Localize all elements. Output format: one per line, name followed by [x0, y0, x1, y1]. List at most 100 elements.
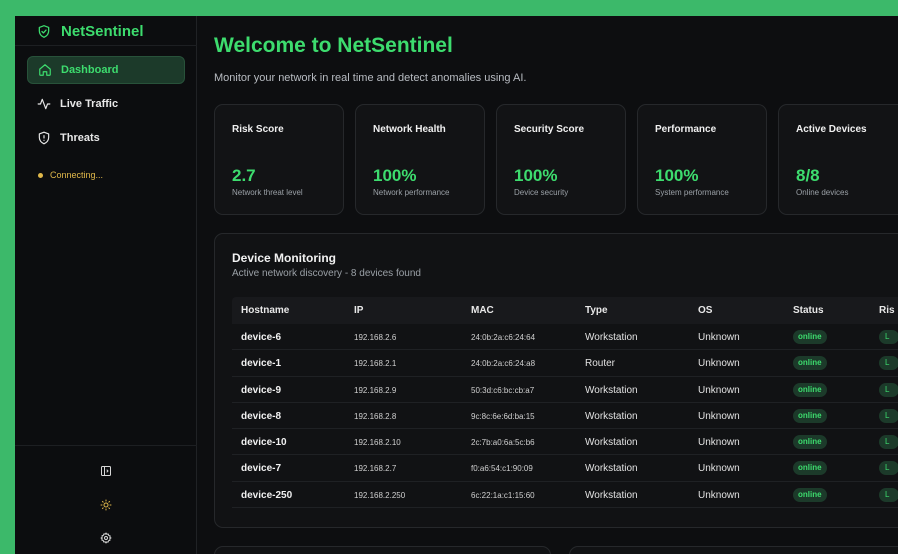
panel-title: Device Monitoring [232, 251, 337, 265]
column-header-type[interactable]: Type [585, 305, 608, 316]
card-label: Active Devices [796, 124, 867, 135]
column-header-mac[interactable]: MAC [471, 305, 494, 316]
card-desc: Network threat level [232, 188, 303, 197]
connection-status: Connecting... [38, 170, 103, 180]
stat-card-performance: Performance 100% System performance [637, 104, 767, 215]
divider [15, 445, 197, 446]
sidebar-item-label: Live Traffic [60, 98, 119, 110]
sidebar-toggle-icon[interactable] [98, 463, 114, 479]
cell-ip: 192.168.2.10 [354, 438, 401, 448]
sidebar-item-dashboard[interactable]: Dashboard [27, 56, 185, 84]
cell-ip: 192.168.2.250 [354, 490, 406, 500]
risk-badge: L [879, 487, 898, 502]
stat-card-security-score: Security Score 100% Device security [496, 104, 626, 215]
cell-mac: f0:a6:54:c1:90:09 [471, 464, 533, 474]
sun-icon[interactable] [98, 497, 114, 513]
table-row[interactable]: device-10 192.168.2.10 2c:7b:a0:6a:5c:b6… [232, 429, 898, 456]
table-row[interactable]: device-9 192.168.2.9 50:3d:c6:bc:cb:a7 W… [232, 377, 898, 403]
device-monitoring-panel: Device Monitoring Active network discove… [214, 233, 898, 528]
device-table: Hostname IP MAC Type OS Status Ris devic… [232, 297, 898, 509]
cell-type: Workstation [585, 437, 638, 449]
risk-badge: L [879, 356, 898, 371]
cell-mac: 24:0b:2a:c6:24:64 [471, 333, 536, 342]
card-desc: Network performance [373, 188, 450, 197]
sidebar-item-live-traffic[interactable]: Live Traffic [27, 90, 185, 118]
card-desc: Online devices [796, 188, 849, 197]
card-label: Network Health [373, 124, 446, 135]
status-dot [38, 172, 43, 178]
bottom-panel-right [569, 546, 898, 554]
cell-type: Router [585, 358, 616, 370]
table-header: Hostname IP MAC Type OS Status Ris [232, 297, 898, 324]
table-row[interactable]: device-250 192.168.2.250 6c:22:1a:c1:15:… [232, 482, 898, 509]
card-label: Performance [655, 124, 717, 135]
column-header-status[interactable]: Status [793, 305, 824, 316]
page-title: Welcome to NetSentinel [214, 34, 453, 57]
risk-badge: L [879, 408, 898, 423]
brand[interactable]: NetSentinel [37, 23, 144, 40]
column-header-ip[interactable]: IP [354, 305, 363, 316]
stat-card-active-devices: Active Devices 8/8 Online devices [778, 104, 898, 215]
card-label: Security Score [514, 124, 585, 135]
table-row[interactable]: device-8 192.168.2.8 9c:8c:6e:6d:ba:15 W… [232, 403, 898, 430]
risk-badge: L [879, 461, 898, 476]
stat-card-network-health: Network Health 100% Network performance [355, 104, 485, 215]
card-value: 100% [655, 166, 699, 185]
status-badge: online [793, 435, 827, 450]
status-badge: online [793, 356, 827, 371]
cell-mac: 24:0b:2a:c6:24:a8 [471, 359, 536, 369]
column-header-os[interactable]: OS [698, 305, 712, 316]
cell-type: Workstation [585, 463, 638, 475]
sidebar-item-label: Dashboard [61, 64, 119, 76]
home-icon [38, 63, 52, 77]
gear-icon[interactable] [98, 530, 114, 546]
brand-name: NetSentinel [61, 23, 144, 40]
column-header-risk[interactable]: Ris [879, 305, 895, 316]
sidebar: NetSentinel Dashboard Live Traffic Threa… [15, 16, 197, 554]
divider [15, 45, 197, 46]
status-badge: online [793, 382, 827, 397]
risk-badge: L [879, 435, 898, 450]
panel-subtitle: Active network discovery - 8 devices fou… [232, 268, 421, 279]
cell-mac: 50:3d:c6:bc:cb:a7 [471, 385, 535, 395]
card-desc: Device security [514, 188, 569, 197]
card-desc: System performance [655, 188, 729, 197]
cell-os: Unknown [698, 358, 740, 370]
app-window: NetSentinel Dashboard Live Traffic Threa… [15, 16, 898, 554]
risk-badge: L [879, 330, 898, 344]
cell-hostname: device-1 [241, 358, 282, 370]
cell-os: Unknown [698, 463, 740, 475]
page-subtitle: Monitor your network in real time and de… [214, 72, 527, 84]
cell-ip: 192.168.2.7 [354, 464, 397, 474]
risk-badge: L [879, 382, 898, 397]
shield-alert-icon [37, 131, 51, 145]
column-header-hostname[interactable]: Hostname [241, 305, 289, 316]
cell-hostname: device-8 [241, 410, 282, 422]
cell-os: Unknown [698, 410, 740, 422]
card-value: 2.7 [232, 166, 256, 185]
status-badge: online [793, 461, 827, 476]
cell-os: Unknown [698, 437, 740, 449]
status-badge: online [793, 408, 827, 423]
card-label: Risk Score [232, 124, 284, 135]
cell-ip: 192.168.2.6 [354, 333, 397, 342]
cell-type: Workstation [585, 489, 638, 501]
cell-hostname: device-7 [241, 463, 282, 475]
cell-os: Unknown [698, 332, 740, 343]
sidebar-item-label: Threats [60, 132, 100, 144]
table-row[interactable]: device-6 192.168.2.6 24:0b:2a:c6:24:64 W… [232, 324, 898, 351]
table-row[interactable]: device-1 192.168.2.1 24:0b:2a:c6:24:a8 R… [232, 350, 898, 377]
connection-status-text: Connecting... [50, 170, 104, 180]
cell-os: Unknown [698, 384, 740, 396]
cell-type: Workstation [585, 332, 638, 343]
cell-ip: 192.168.2.8 [354, 411, 397, 421]
table-row[interactable]: device-7 192.168.2.7 f0:a6:54:c1:90:09 W… [232, 455, 898, 482]
bottom-panel-left [214, 546, 551, 554]
cell-mac: 2c:7b:a0:6a:5c:b6 [471, 438, 535, 448]
stat-card-risk-score: Risk Score 2.7 Network threat level [214, 104, 344, 215]
sidebar-item-threats[interactable]: Threats [27, 124, 185, 152]
status-badge: online [793, 487, 827, 502]
cell-mac: 6c:22:1a:c1:15:60 [471, 490, 535, 500]
cell-hostname: device-10 [241, 437, 287, 449]
cell-ip: 192.168.2.9 [354, 385, 397, 395]
